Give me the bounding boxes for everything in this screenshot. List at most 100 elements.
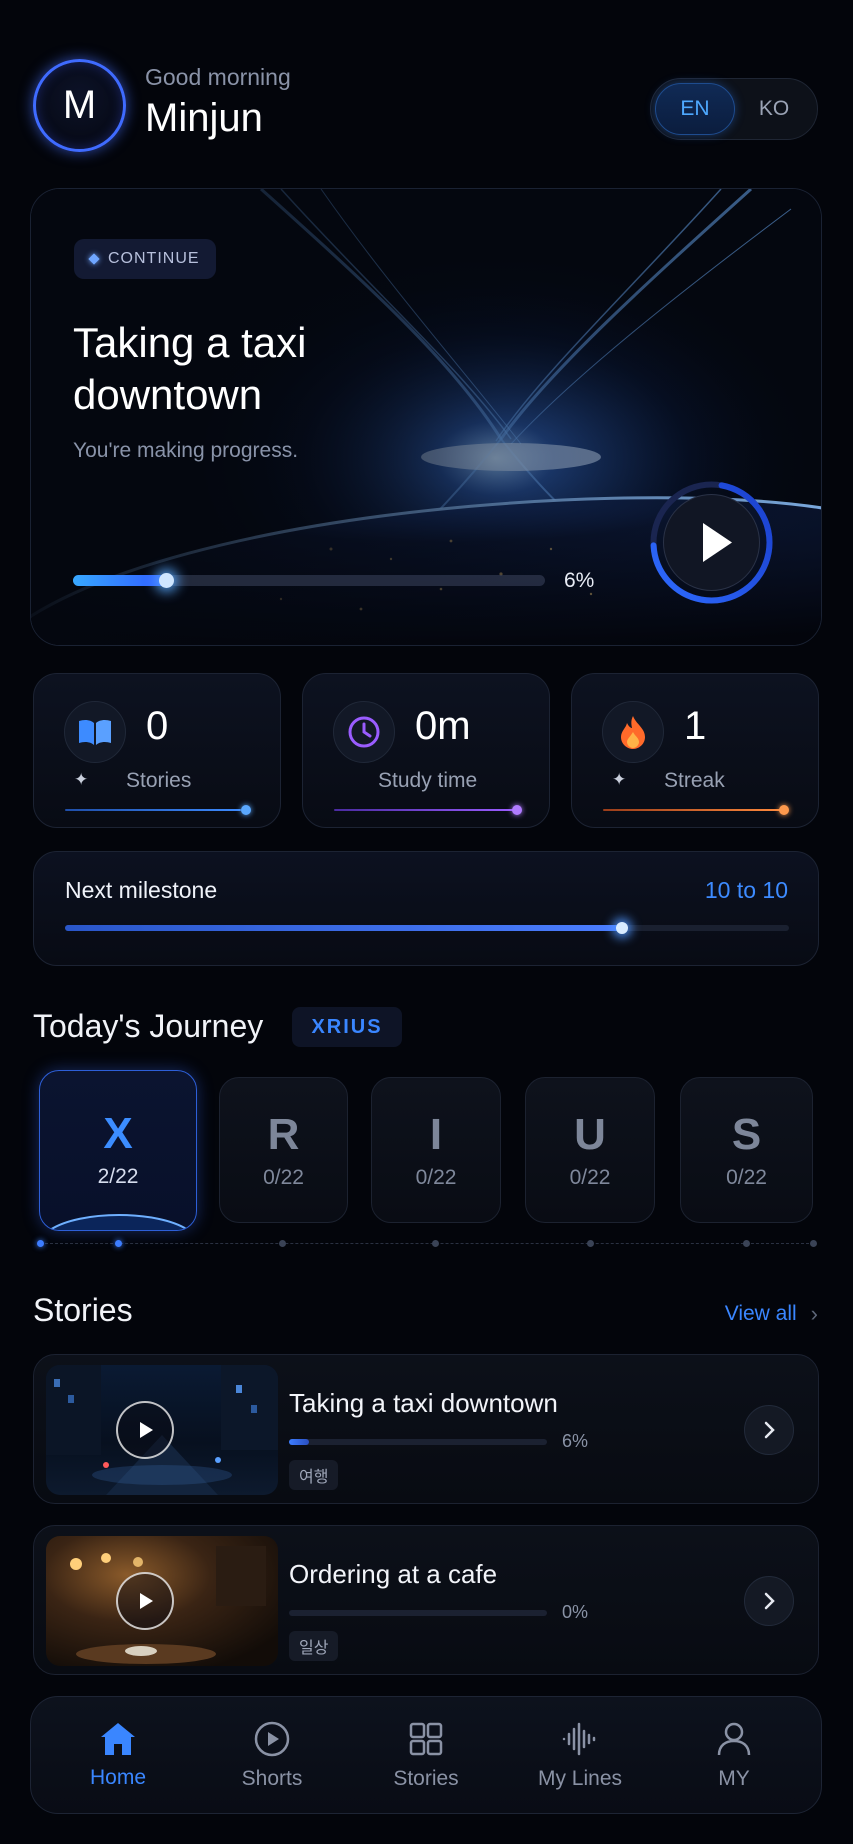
play-icon xyxy=(650,481,773,604)
milestone-knob xyxy=(616,922,629,934)
milestone-card: Next milestone 10 to 10 xyxy=(33,851,819,966)
journey-step-s[interactable]: S 0/22 xyxy=(680,1077,813,1223)
avatar[interactable]: M xyxy=(33,59,126,152)
flame-icon xyxy=(602,701,664,763)
journey-step-count: 0/22 xyxy=(415,1166,457,1189)
waveform-icon xyxy=(562,1722,596,1756)
journey-step-count: 0/22 xyxy=(263,1166,304,1189)
story-open-button[interactable] xyxy=(744,1405,794,1455)
user-name: Minjun xyxy=(145,96,263,140)
chevron-right-icon: › xyxy=(810,1301,818,1326)
chevron-right-icon xyxy=(764,1592,775,1610)
timeline-dot xyxy=(743,1240,750,1247)
story-open-button[interactable] xyxy=(744,1576,794,1626)
nav-label: Stories xyxy=(393,1767,459,1790)
stat-card-streak: 1 ✦ Streak xyxy=(571,673,819,828)
greeting: Good morning xyxy=(145,64,291,90)
nav-shorts[interactable]: Shorts xyxy=(202,1719,342,1791)
journey-step-r[interactable]: R 0/22 xyxy=(219,1077,348,1223)
nav-label: MY xyxy=(718,1767,750,1790)
stat-value: 0m xyxy=(415,704,471,748)
language-toggle[interactable]: EN KO xyxy=(650,78,818,140)
stat-bar xyxy=(65,809,241,811)
story-card-cafe[interactable]: Ordering at a cafe 0% 일상 xyxy=(33,1525,819,1675)
story-progress-label: 0% xyxy=(562,1602,589,1622)
hero-progress-fill xyxy=(73,575,167,586)
grid-icon xyxy=(409,1722,443,1756)
journey-step-x[interactable]: X 2/22 xyxy=(39,1070,197,1231)
play-icon xyxy=(140,1422,153,1438)
nav-my-lines[interactable]: My Lines xyxy=(510,1719,650,1791)
stat-bar xyxy=(334,809,514,811)
play-button[interactable] xyxy=(648,479,775,606)
planet-arc-icon xyxy=(49,1214,189,1230)
timeline-dot xyxy=(37,1240,44,1247)
continue-chip-label: CONTINUE xyxy=(108,250,200,267)
play-icon xyxy=(140,1593,153,1609)
journey-step-i[interactable]: I 0/22 xyxy=(371,1077,501,1223)
timeline-dot xyxy=(432,1240,439,1247)
nav-label: My Lines xyxy=(537,1767,623,1790)
timeline-dot xyxy=(810,1240,817,1247)
stories-title: Stories xyxy=(33,1292,133,1328)
story-title: Taking a taxi downtown xyxy=(289,1388,558,1418)
journey-step-u[interactable]: U 0/22 xyxy=(525,1077,655,1223)
stat-label: Streak xyxy=(664,769,725,792)
journey-step-count: 0/22 xyxy=(569,1166,611,1189)
bottom-nav: Home Shorts Stories My Lines MY xyxy=(30,1696,822,1814)
journey-step-count: 2/22 xyxy=(97,1165,139,1188)
story-progress-fill xyxy=(289,1439,309,1445)
story-tag: 여행 xyxy=(289,1460,339,1490)
stat-bar xyxy=(603,809,783,811)
lang-option-en[interactable]: EN xyxy=(655,83,735,135)
journey-title: Today's Journey xyxy=(33,1008,264,1044)
clock-icon xyxy=(333,701,395,763)
timeline-dot xyxy=(587,1240,594,1247)
story-play-button[interactable] xyxy=(116,1401,174,1459)
lang-option-ko[interactable]: KO xyxy=(735,83,813,135)
milestone-label: Next milestone xyxy=(65,877,218,903)
home-icon xyxy=(101,1723,135,1755)
avatar-initial: M xyxy=(62,83,97,127)
journey-step-letter: X xyxy=(103,1109,133,1158)
hero-subtitle: You're making progress. xyxy=(73,439,299,462)
continue-card[interactable]: CONTINUE Taking a taxi downtown You're m… xyxy=(30,188,822,646)
book-icon xyxy=(64,701,126,763)
stat-label: Stories xyxy=(126,769,192,792)
stat-value: 0 xyxy=(146,704,169,748)
story-thumbnail xyxy=(46,1536,278,1666)
journey-step-letter: I xyxy=(429,1110,443,1159)
journey-step-letter: S xyxy=(731,1110,762,1159)
nav-my[interactable]: MY xyxy=(664,1719,804,1791)
stat-bar-dot xyxy=(512,805,522,815)
story-card-taxi[interactable]: Taking a taxi downtown 6% 여행 xyxy=(33,1354,819,1504)
play-circle-icon xyxy=(254,1721,290,1757)
sparkle-icon: ✦ xyxy=(74,770,89,789)
story-tag: 일상 xyxy=(289,1631,339,1661)
stat-value: 1 xyxy=(684,704,707,748)
story-play-button[interactable] xyxy=(116,1572,174,1630)
story-progress-label: 6% xyxy=(562,1431,589,1451)
stat-bar-dot xyxy=(779,805,789,815)
story-title: Ordering at a cafe xyxy=(289,1559,498,1589)
nav-label: Shorts xyxy=(241,1767,303,1790)
timeline-dot xyxy=(279,1240,286,1247)
nav-label: Home xyxy=(89,1766,147,1789)
nav-home[interactable]: Home xyxy=(48,1720,188,1790)
continue-chip: CONTINUE xyxy=(74,239,216,279)
journey-badge: XRIUS xyxy=(292,1007,402,1047)
view-all-link[interactable]: View all › xyxy=(725,1301,818,1327)
stat-card-study-time: 0m Study time xyxy=(302,673,550,828)
chevron-right-icon xyxy=(764,1421,775,1439)
view-all-label: View all xyxy=(724,1302,797,1325)
timeline-dot xyxy=(115,1240,122,1247)
hero-progress-label: 6% xyxy=(564,569,595,592)
stat-bar-dot xyxy=(241,805,251,815)
story-progress-track xyxy=(289,1439,547,1445)
diamond-icon xyxy=(88,253,100,265)
story-progress-track xyxy=(289,1610,547,1616)
stat-label: Study time xyxy=(378,769,478,792)
sparkle-icon: ✦ xyxy=(612,770,627,789)
journey-step-letter: U xyxy=(574,1110,606,1159)
nav-stories[interactable]: Stories xyxy=(356,1719,496,1791)
